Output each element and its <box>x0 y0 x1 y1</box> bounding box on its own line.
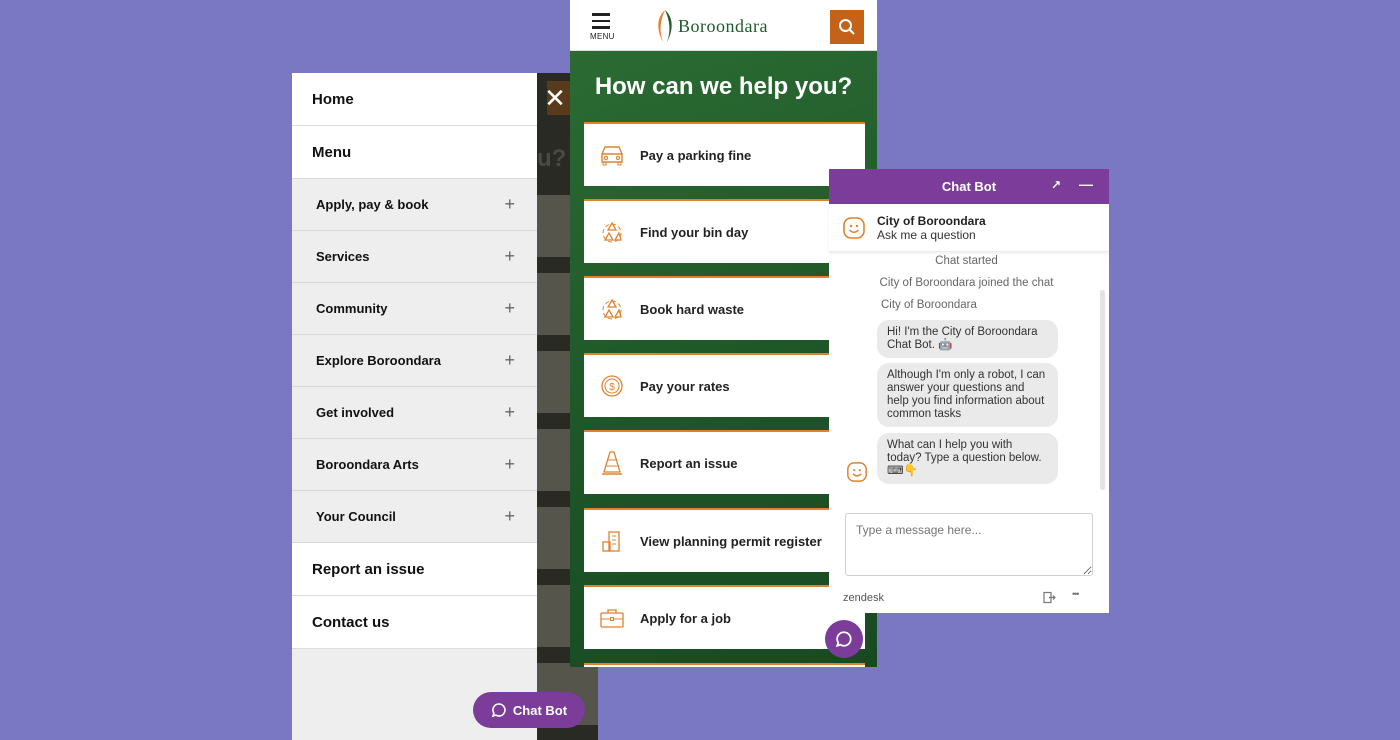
chat-pill-label: Chat Bot <box>512 702 568 718</box>
card-label: Report an issue <box>640 455 738 471</box>
card-find-bin-day[interactable]: Find your bin day <box>584 199 865 263</box>
agent-joined-note: City of Boroondara joined the chat <box>879 277 1054 289</box>
chat-started-note: Chat started <box>935 255 998 267</box>
menu-item-contact-us[interactable]: Contact us <box>292 596 537 649</box>
menu-item-get-involved[interactable]: Get involved + <box>292 387 537 439</box>
menu-item-services[interactable]: Services + <box>292 231 537 283</box>
agent-name: City of Boroondara <box>877 213 986 228</box>
logo-text: Boroondara <box>678 15 768 36</box>
card-label: Find your bin day <box>640 224 749 240</box>
card-view-planning-permit-register[interactable]: View planning permit register <box>584 508 865 572</box>
traffic-cone-icon <box>602 451 622 475</box>
menu-item-your-council[interactable]: Your Council + <box>292 491 537 543</box>
recycle-icon <box>602 221 622 243</box>
card-label: Book hard waste <box>640 301 745 317</box>
menu-item-explore-boroondara[interactable]: Explore Boroondara + <box>292 335 537 387</box>
chat-message: Hi! I'm the City of Boroondara Chat Bot.… <box>877 320 1058 358</box>
card-report-issue[interactable]: Report an issue <box>584 430 865 494</box>
menu-screen: u? ✕ Home Menu Apply, pay & book + Servic… <box>292 73 598 740</box>
menu-item-community[interactable]: Community + <box>292 283 537 335</box>
chat-message-input[interactable] <box>845 513 1093 576</box>
plus-icon[interactable]: + <box>504 506 515 527</box>
menu-item-label: Services <box>316 249 370 264</box>
dimmed-hero-title: u? <box>537 145 567 172</box>
buildings-icon <box>602 531 620 552</box>
briefcase-icon <box>600 609 624 628</box>
card-label: Apply for a job <box>640 610 731 626</box>
menu-panel: Home Menu Apply, pay & book + Services + C… <box>292 73 537 740</box>
boroondara-logo[interactable]: Boroondara <box>655 9 768 43</box>
chat-bot-launcher-button[interactable]: Chat Bot <box>473 692 585 728</box>
card-pay-rates[interactable]: $ Pay your rates <box>584 353 865 417</box>
card-label: Pay a parking fine <box>640 147 752 163</box>
chat-bubble-icon <box>835 631 852 648</box>
hero-title: How can we help you? <box>594 73 853 100</box>
chat-fab-button[interactable] <box>825 620 863 658</box>
more-options-icon[interactable]: ••• <box>1072 589 1080 599</box>
smiley-avatar-icon <box>843 216 865 239</box>
minimize-icon[interactable]: — <box>1079 176 1093 192</box>
plus-icon[interactable]: + <box>504 194 515 215</box>
recycle-icon <box>602 298 622 320</box>
search-icon <box>839 19 855 35</box>
expand-icon[interactable]: ↗ <box>1051 178 1061 192</box>
zendesk-branding[interactable]: zendesk <box>843 592 884 604</box>
menu-item-boroondara-arts[interactable]: Boroondara Arts + <box>292 439 537 491</box>
chat-widget: Chat Bot ↗ — City of Boroondara Ask me a… <box>829 169 1109 613</box>
menu-item-label: Community <box>316 301 388 316</box>
card-label: View planning permit register <box>640 533 822 549</box>
message-sender: City of Boroondara <box>881 299 977 311</box>
menu-item-label: Apply, pay & book <box>316 197 429 212</box>
menu-item-label: Get involved <box>316 405 395 420</box>
agent-info: City of Boroondara Ask me a question <box>829 204 1109 252</box>
menu-item-label: Explore Boroondara <box>316 353 441 368</box>
chat-bubble-icon <box>491 703 506 718</box>
chat-header: Chat Bot ↗ — <box>829 169 1109 204</box>
menu-item-home[interactable]: Home <box>292 73 537 126</box>
chat-message: What can I help you with today? Type a q… <box>877 433 1058 484</box>
menu-label: MENU <box>590 32 615 41</box>
plus-icon[interactable]: + <box>504 454 515 475</box>
card-next-partial[interactable] <box>584 663 865 667</box>
car-icon <box>601 146 623 166</box>
menu-item-label: Boroondara Arts <box>316 457 419 472</box>
agent-subtitle: Ask me a question <box>877 227 976 242</box>
chat-title: Chat Bot <box>941 179 997 194</box>
menu-item-apply-pay-book[interactable]: Apply, pay & book + <box>292 179 537 231</box>
plus-icon[interactable]: + <box>504 298 515 319</box>
card-apply-job[interactable]: Apply for a job <box>584 585 865 649</box>
close-menu-icon[interactable]: ✕ <box>542 85 568 111</box>
card-label: Pay your rates <box>640 378 730 394</box>
plus-icon[interactable]: + <box>504 350 515 371</box>
menu-item-label: Your Council <box>316 509 396 524</box>
dollar-coin-icon: $ <box>601 375 623 397</box>
menu-item-menu[interactable]: Menu <box>292 126 537 179</box>
hamburger-menu-icon[interactable] <box>592 13 610 33</box>
card-book-hard-waste[interactable]: Book hard waste <box>584 276 865 340</box>
chat-scrollbar[interactable] <box>1100 290 1105 490</box>
leaf-logo-icon <box>658 10 672 42</box>
search-button[interactable] <box>830 10 864 44</box>
menu-item-report-issue[interactable]: Report an issue <box>292 543 537 596</box>
end-chat-icon[interactable] <box>1043 591 1056 604</box>
card-pay-parking-fine[interactable]: Pay a parking fine <box>584 122 865 186</box>
plus-icon[interactable]: + <box>504 402 515 423</box>
plus-icon[interactable]: + <box>504 246 515 267</box>
svg-text:$: $ <box>609 382 615 393</box>
smiley-avatar-icon <box>847 462 867 482</box>
chat-message: Although I'm only a robot, I can answer … <box>877 363 1058 427</box>
site-header: MENU Boroondara <box>570 0 877 51</box>
